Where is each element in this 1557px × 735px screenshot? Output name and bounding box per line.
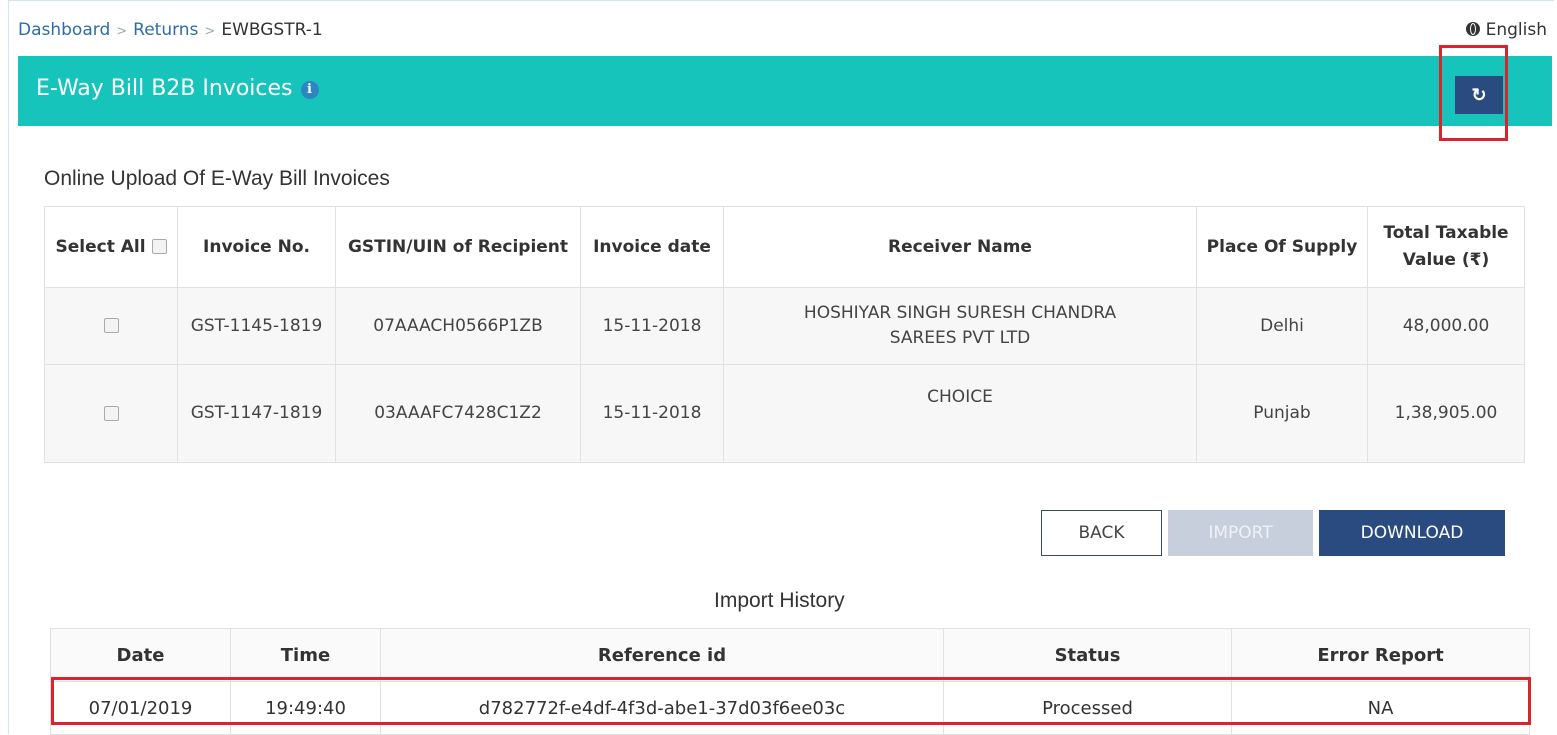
import-button[interactable]: IMPORT [1168,510,1313,556]
column-header: Invoice No. [177,206,336,288]
receiver-name-cell: CHOICE [723,364,1197,463]
top-bar: Dashboard > Returns > EWBGSTR-1 English [18,20,1547,44]
select-all-checkbox[interactable] [151,239,167,254]
taxable-value-cell: 1,38,905.00 [1367,364,1525,463]
download-button[interactable]: DOWNLOAD [1319,510,1505,556]
column-header: GSTIN/UIN of Recipient [335,206,581,288]
row-select-cell [44,287,178,365]
page-title: E-Way Bill B2B Invoices i [36,76,319,101]
row-checkbox[interactable] [103,318,119,333]
gstin-cell: 03AAAFC7428C1Z2 [335,364,581,463]
breadcrumb-current: EWBGSTR-1 [221,20,323,40]
info-icon[interactable]: i [300,81,319,99]
invoice-table: Select All Invoice No. GSTIN/UIN of Reci… [44,206,1525,463]
history-row-highlight-box [51,677,1531,725]
taxable-value-cell: 48,000.00 [1367,287,1525,365]
table-header-row: Date Time Reference id Status Error Repo… [50,628,1530,682]
breadcrumb: Dashboard > Returns > EWBGSTR-1 [18,20,323,40]
table-row: GST-1145-1819 07AAACH0566P1ZB 15-11-2018… [44,287,1525,365]
invoice-date-cell: 15-11-2018 [580,287,724,365]
globe-icon [1465,22,1480,36]
table-row: GST-1147-1819 03AAAFC7428C1Z2 15-11-2018… [44,364,1525,463]
column-header: Status [943,628,1232,682]
column-header: Total Taxable Value (₹) [1367,206,1525,288]
section-title: Online Upload Of E-Way Bill Invoices [44,167,390,190]
breadcrumb-dashboard[interactable]: Dashboard [18,20,110,40]
column-header: Time [230,628,381,682]
place-of-supply-cell: Delhi [1196,287,1368,365]
column-header: Place Of Supply [1196,206,1368,288]
invoice-date-cell: 15-11-2018 [580,364,724,463]
select-all-header: Select All [44,206,178,288]
column-header: Reference id [380,628,944,682]
language-label: English [1485,20,1547,40]
page-header-band: E-Way Bill B2B Invoices i ↻ [18,56,1552,126]
import-history-title: Import History [714,589,845,612]
column-header: Date [50,628,231,682]
table-header-row: Select All Invoice No. GSTIN/UIN of Reci… [44,206,1525,288]
receiver-name-cell: HOSHIYAR SINGH SURESH CHANDRA SAREES PVT… [723,287,1197,365]
gstin-cell: 07AAACH0566P1ZB [335,287,581,365]
breadcrumb-separator: > [116,24,128,39]
select-all-label: Select All [55,236,146,257]
place-of-supply-cell: Punjab [1196,364,1368,463]
breadcrumb-returns[interactable]: Returns [133,20,198,40]
row-select-cell [44,364,178,463]
column-header: Error Report [1231,628,1530,682]
back-button[interactable]: BACK [1041,510,1162,556]
invoice-no-cell: GST-1147-1819 [177,364,336,463]
column-header: Receiver Name [723,206,1197,288]
language-selector[interactable]: English [1465,20,1547,40]
column-header: Invoice date [580,206,724,288]
invoice-no-cell: GST-1145-1819 [177,287,336,365]
breadcrumb-separator: > [204,24,216,39]
page-title-text: E-Way Bill B2B Invoices [36,76,293,101]
row-checkbox[interactable] [103,405,119,421]
refresh-highlight-box [1439,45,1508,141]
